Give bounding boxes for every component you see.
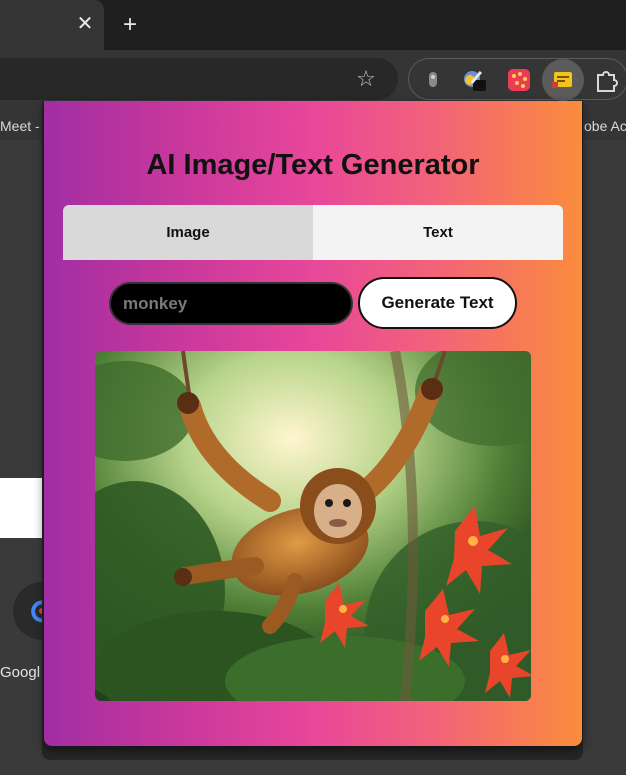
- generated-image: [95, 351, 531, 701]
- puzzle-extensions-icon[interactable]: [593, 66, 621, 94]
- bookmark-adobe[interactable]: obe Ac: [584, 118, 626, 134]
- generate-text-button[interactable]: Generate Text: [358, 277, 517, 329]
- page-white-panel: [0, 478, 44, 538]
- mic-extension-icon[interactable]: [419, 66, 447, 94]
- pencil-extension-icon[interactable]: [461, 66, 489, 94]
- new-tab-icon[interactable]: +: [117, 12, 143, 38]
- bookmark-meet[interactable]: Meet -: [0, 118, 40, 134]
- mode-tabs: Image Text: [63, 205, 563, 260]
- monkey-jungle-image: [95, 351, 531, 701]
- tab-text[interactable]: Text: [313, 205, 563, 260]
- bookmark-star-icon[interactable]: ☆: [354, 67, 378, 91]
- extension-popup: AI Image/Text Generator Image Text Gener…: [44, 101, 582, 746]
- close-tab-icon[interactable]: ✕: [73, 12, 97, 36]
- popup-title: AI Image/Text Generator: [146, 149, 480, 181]
- prompt-input[interactable]: [109, 282, 353, 325]
- google-shortcut-label[interactable]: Googl: [0, 664, 40, 681]
- browser-tab[interactable]: ✕: [0, 0, 104, 50]
- extensions-bar: [408, 58, 626, 101]
- tab-image[interactable]: Image: [63, 205, 313, 260]
- address-bar[interactable]: ☆: [0, 58, 398, 100]
- palette-extension-icon[interactable]: [505, 66, 533, 94]
- tab-strip: ✕ +: [0, 0, 626, 50]
- active-extension-highlight[interactable]: [542, 59, 584, 101]
